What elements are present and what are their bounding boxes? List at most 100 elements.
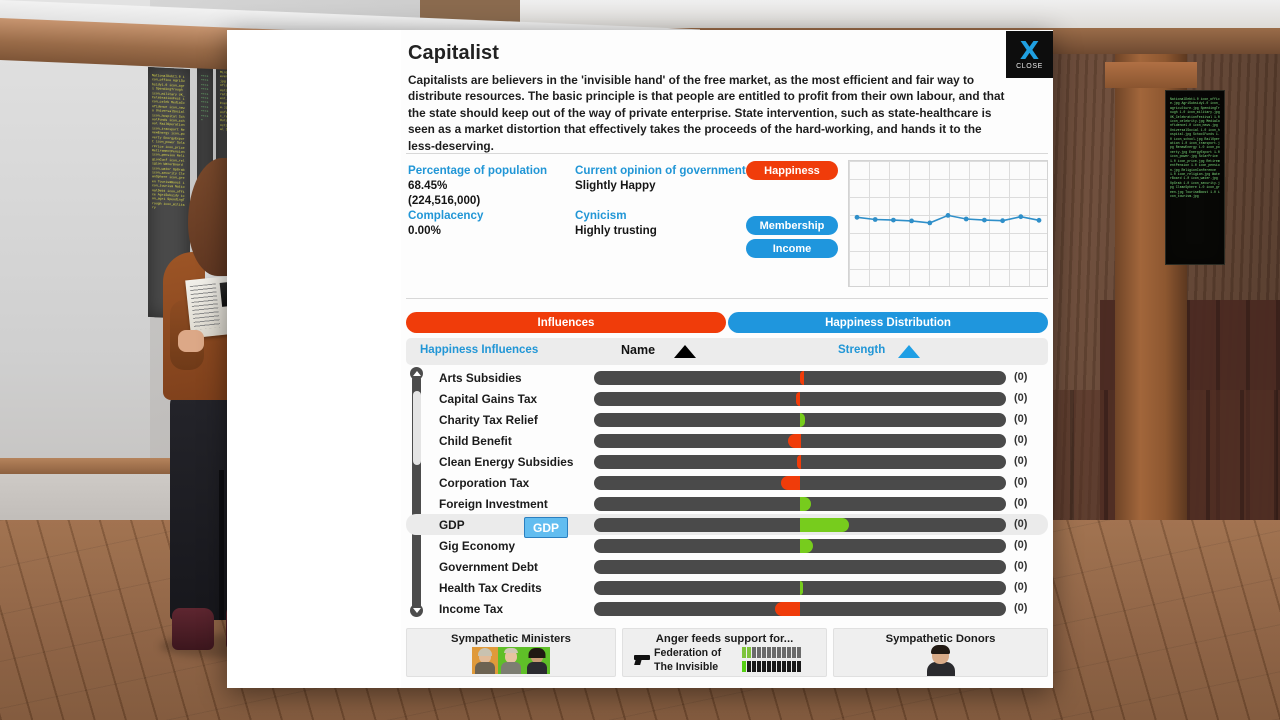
percentage-of-population-value: 68.45% bbox=[408, 179, 448, 192]
description-text: Capitalists are believers in the 'invisi… bbox=[408, 73, 1005, 153]
graph-button-income[interactable]: Income bbox=[746, 239, 838, 258]
close-button-label: CLOSE bbox=[1016, 62, 1043, 70]
strength-bar bbox=[594, 539, 1006, 553]
influence-name: Arts Subsidies bbox=[439, 371, 522, 385]
percentage-of-population-label: Percentage of population bbox=[408, 164, 548, 177]
strength-bar-fill bbox=[800, 539, 813, 553]
chart-point bbox=[909, 218, 914, 224]
influence-name: Gig Economy bbox=[439, 539, 516, 553]
page-title: Capitalist bbox=[408, 42, 500, 64]
influence-value: (0) bbox=[1014, 455, 1028, 467]
strength-bar-fill bbox=[800, 518, 850, 532]
divider-mid bbox=[406, 298, 1048, 299]
strength-bar bbox=[594, 560, 1006, 574]
strength-bar bbox=[594, 413, 1006, 427]
strength-bar-fill bbox=[800, 497, 812, 511]
anger-bar-2 bbox=[742, 661, 801, 672]
table-row[interactable]: Arts Subsidies (0) bbox=[406, 367, 1048, 388]
sort-by-strength-label[interactable]: Strength bbox=[838, 344, 885, 356]
opinion-of-government-label: Current opinion of government bbox=[575, 164, 746, 177]
triangle-up-icon-name[interactable] bbox=[674, 345, 696, 358]
anger-bar-1 bbox=[742, 647, 801, 658]
complacency-label: Complacency bbox=[408, 209, 484, 222]
cynicism-label: Cynicism bbox=[575, 209, 627, 222]
party-info-dialog: Capitalist Capitalists are believers in … bbox=[227, 30, 1053, 688]
sort-by-name-label[interactable]: Name bbox=[621, 343, 655, 357]
minister-portraits[interactable] bbox=[472, 647, 550, 674]
influence-name: Income Tax bbox=[439, 602, 504, 616]
strength-bar bbox=[594, 581, 1006, 595]
anger-support-box[interactable]: Anger feeds support for... Federation of… bbox=[622, 628, 827, 677]
chart-point bbox=[1036, 217, 1042, 223]
chart-point bbox=[1018, 214, 1024, 220]
strength-bar bbox=[594, 476, 1006, 490]
strength-bar-fill bbox=[797, 455, 802, 469]
opinion-of-government-value: Slightly Happy bbox=[575, 179, 656, 192]
table-row[interactable]: Corporation Tax (0) bbox=[406, 472, 1048, 493]
influence-name: Child Benefit bbox=[439, 434, 512, 448]
chart-svg bbox=[854, 213, 1042, 226]
triangle-up-icon-strength[interactable] bbox=[898, 345, 920, 358]
influence-value: (0) bbox=[1014, 434, 1028, 446]
dialog-content-panel: Capitalist Capitalists are believers in … bbox=[401, 30, 1053, 688]
influences-list[interactable]: Arts Subsidies (0) Capital Gains Tax (0) Cha… bbox=[406, 367, 1048, 617]
table-row[interactable]: Income Tax (0) bbox=[406, 598, 1048, 619]
table-row[interactable]: Government Debt (0) bbox=[406, 556, 1048, 577]
gdp-tooltip: GDP bbox=[524, 517, 569, 538]
column-cap-lower bbox=[1105, 62, 1197, 88]
table-row[interactable]: Foreign Investment (0) bbox=[406, 493, 1048, 514]
sympathetic-ministers-box[interactable]: Sympathetic Ministers bbox=[406, 628, 616, 677]
strength-bar bbox=[594, 455, 1006, 469]
table-row[interactable]: Charity Tax Relief (0) bbox=[406, 409, 1048, 430]
divider-top bbox=[406, 153, 1048, 154]
influence-value: (0) bbox=[1014, 392, 1028, 404]
influence-value: (0) bbox=[1014, 371, 1028, 383]
influence-name: Foreign Investment bbox=[439, 497, 548, 511]
population-count-value: (224,516,000) bbox=[408, 194, 481, 207]
gun-icon bbox=[634, 655, 650, 665]
donor-portrait[interactable] bbox=[926, 645, 955, 676]
strength-bar-fill bbox=[787, 434, 801, 448]
chart-point bbox=[927, 220, 933, 226]
close-icon: X bbox=[1019, 35, 1040, 65]
tab-happiness-distribution[interactable]: Happiness Distribution bbox=[728, 312, 1048, 333]
table-row[interactable]: Child Benefit (0) bbox=[406, 430, 1048, 451]
cynicism-value: Highly trusting bbox=[575, 224, 657, 237]
close-button[interactable]: X CLOSE bbox=[1006, 31, 1053, 78]
anger-support-title: Anger feeds support for... bbox=[655, 633, 794, 645]
influence-name: Government Debt bbox=[439, 560, 538, 574]
sympathetic-donors-box[interactable]: Sympathetic Donors bbox=[833, 628, 1048, 677]
anger-row-label-1[interactable]: Federation of bbox=[654, 647, 721, 659]
table-row[interactable]: Clean Energy Subsidies (0) bbox=[406, 451, 1048, 472]
list-sort-header: Happiness Influences Name Strength bbox=[406, 338, 1048, 365]
anger-row-label-2[interactable]: The Invisible bbox=[654, 661, 718, 673]
strength-bar-fill bbox=[781, 476, 801, 490]
graph-button-happiness[interactable]: Happiness bbox=[746, 161, 838, 180]
table-row[interactable]: GDP (0) bbox=[406, 514, 1048, 535]
minister-portrait-2[interactable] bbox=[498, 647, 524, 674]
table-row[interactable]: Capital Gains Tax (0) bbox=[406, 388, 1048, 409]
table-row[interactable]: Gig Economy (0) bbox=[406, 535, 1048, 556]
influence-value: (0) bbox=[1014, 413, 1028, 425]
chart-point bbox=[1000, 218, 1005, 224]
influence-name: Health Tax Credits bbox=[439, 581, 542, 595]
sympathetic-ministers-title: Sympathetic Ministers bbox=[451, 633, 571, 645]
influence-value: (0) bbox=[1014, 560, 1028, 572]
strength-bar-fill bbox=[800, 581, 804, 595]
strength-bar bbox=[594, 602, 1006, 616]
notice-board-right: NationalDebt1.0 icon_office.jpg AgriSubs… bbox=[1165, 90, 1225, 265]
table-row[interactable]: Health Tax Credits (0) bbox=[406, 577, 1048, 598]
influence-name: Charity Tax Relief bbox=[439, 413, 538, 427]
minister-portrait-3[interactable] bbox=[524, 647, 550, 674]
influence-name: Clean Energy Subsidies bbox=[439, 455, 574, 469]
graph-button-membership[interactable]: Membership bbox=[746, 216, 838, 235]
happiness-line-chart bbox=[848, 160, 1048, 287]
influence-value: (0) bbox=[1014, 518, 1028, 530]
minister-portrait-1[interactable] bbox=[472, 647, 498, 674]
strength-bar bbox=[594, 392, 1006, 406]
strength-bar-fill bbox=[775, 602, 801, 616]
influence-value: (0) bbox=[1014, 497, 1028, 509]
influence-value: (0) bbox=[1014, 539, 1028, 551]
tab-influences[interactable]: Influences bbox=[406, 312, 726, 333]
strength-bar bbox=[594, 518, 1006, 532]
